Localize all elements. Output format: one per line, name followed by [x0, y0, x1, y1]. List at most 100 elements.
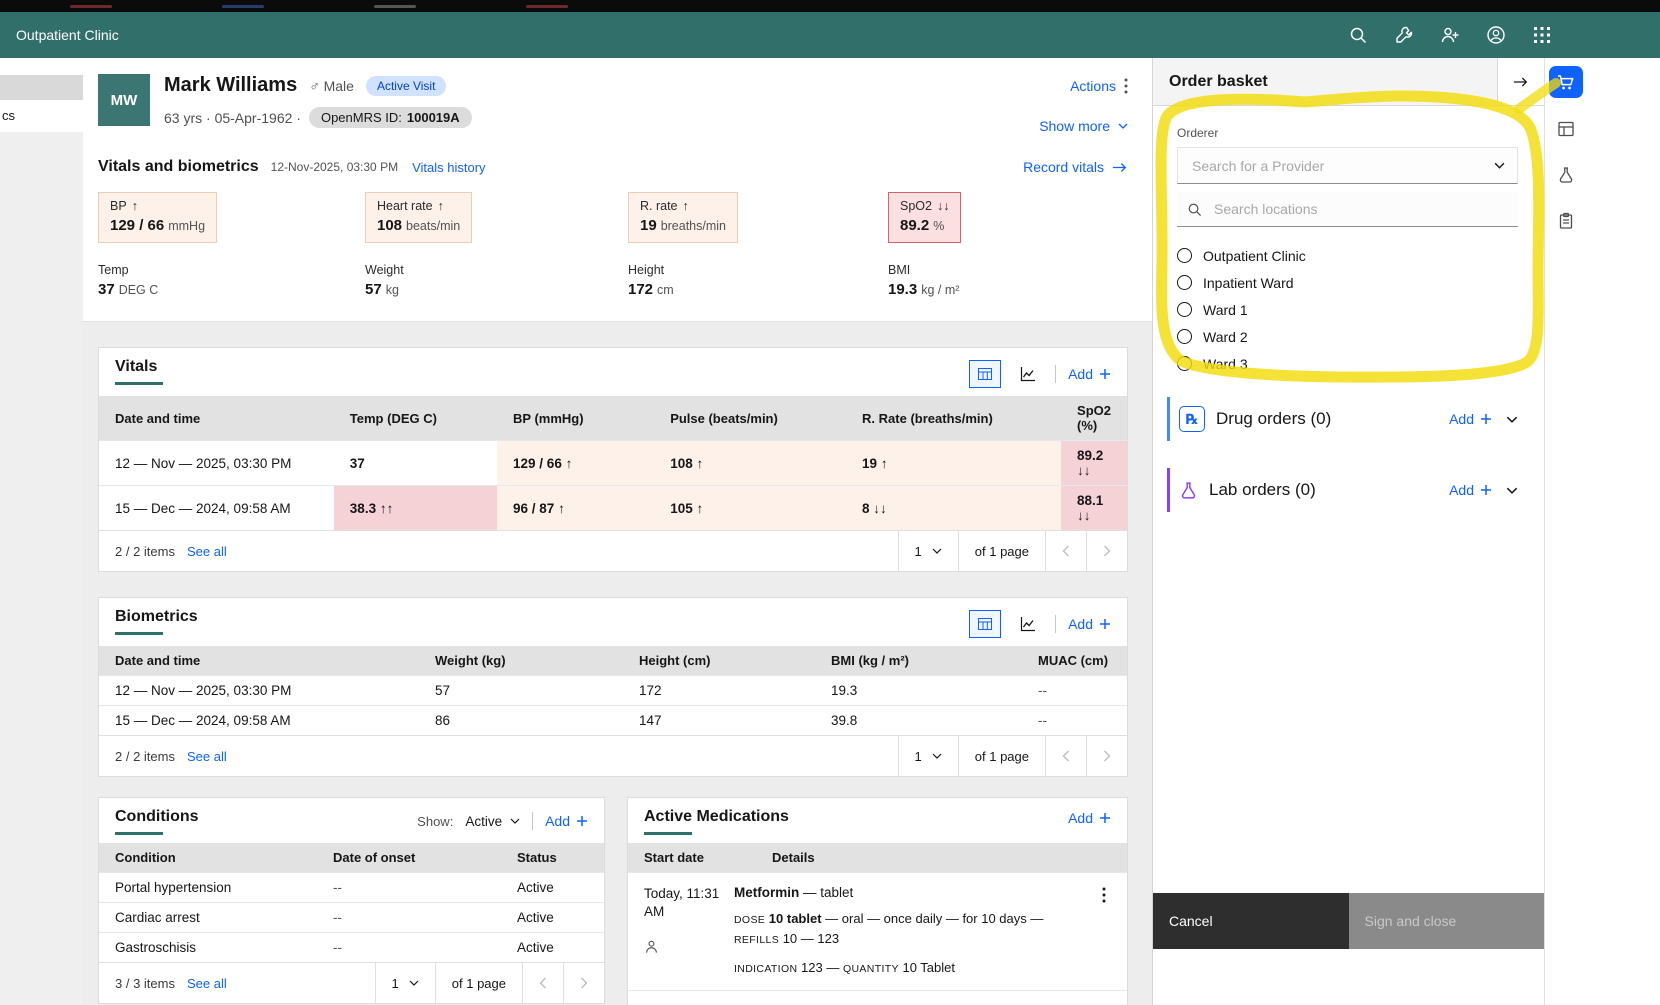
page-of-label: of 1 page — [957, 736, 1045, 776]
indication-line: INDICATION 123 — QUANTITY 10 Tablet — [734, 960, 955, 976]
cell-status: Active — [501, 902, 604, 933]
cell-spo2: 88.1 ↓↓ — [1061, 485, 1127, 530]
provider-combobox[interactable] — [1177, 147, 1518, 184]
cell-date: 15 — Dec — 2024, 09:58 AM — [99, 705, 419, 735]
drug-form: — tablet — [803, 885, 854, 900]
column-header: MUAC (cm) — [1022, 646, 1127, 676]
user-avatar-icon[interactable] — [1486, 25, 1506, 45]
location-option-inpatient-ward[interactable]: Inpatient Ward — [1177, 269, 1518, 296]
lab-rail-icon[interactable] — [1557, 166, 1577, 186]
tools-icon[interactable] — [1394, 25, 1414, 45]
record-vitals-link[interactable]: Record vitals — [1023, 159, 1128, 175]
column-header: Date and time — [99, 646, 419, 676]
chevron-down-icon — [409, 980, 419, 986]
tile-height: Height 172 cm — [628, 263, 674, 298]
filter-value: Active — [465, 813, 503, 829]
location-option-ward-3[interactable]: Ward 3 — [1177, 350, 1518, 377]
left-nav-selected-item[interactable] — [0, 75, 83, 100]
prev-page-button[interactable] — [1045, 531, 1086, 571]
vitals-panel-title: Vitals — [115, 358, 158, 375]
plus-icon — [577, 816, 587, 826]
location-option-ward-1[interactable]: Ward 1 — [1177, 296, 1518, 323]
patient-id-pill: OpenMRS ID: 100019A — [308, 107, 472, 128]
biometrics-panel-title: Biometrics — [115, 608, 198, 625]
add-lab-order-button[interactable]: Add — [1449, 482, 1492, 498]
table-view-button[interactable] — [969, 360, 1002, 388]
items-count: 2 / 2 items — [115, 748, 175, 764]
page-select[interactable]: 1 — [897, 736, 958, 776]
column-header: Start date — [628, 843, 756, 872]
conditions-pager: 3 / 3 items See all 1 of 1 page — [99, 962, 604, 1003]
cell-muac: -- — [1022, 705, 1127, 735]
add-drug-order-button[interactable]: Add — [1449, 411, 1492, 427]
see-all-link[interactable]: See all — [187, 749, 227, 764]
clinical-views-icon[interactable] — [1557, 120, 1577, 140]
chevron-down-icon[interactable] — [1506, 416, 1518, 423]
next-page-button[interactable] — [1086, 531, 1127, 571]
see-all-link[interactable]: See all — [187, 976, 227, 991]
vitals-panel: Vitals Add Date and time Temp (DEG C) BP… — [98, 347, 1128, 572]
forms-rail-icon[interactable] — [1557, 212, 1577, 232]
page-select[interactable]: 1 — [374, 963, 435, 1003]
chevron-down-icon[interactable] — [1506, 487, 1518, 494]
tile-heart-rate: Heart rate ↑ 108 beats/min — [365, 192, 473, 243]
column-header: Pulse (beats/min) — [654, 396, 847, 441]
add-medication-button[interactable]: Add — [1068, 810, 1111, 826]
location-search[interactable] — [1177, 192, 1518, 227]
provider-input[interactable] — [1190, 156, 1494, 175]
left-nav-item-fragment[interactable]: cs — [0, 100, 83, 132]
cell-muac: -- — [1022, 675, 1127, 706]
up-arrow: ↑ — [437, 199, 444, 213]
items-count: 2 / 2 items — [115, 543, 175, 559]
app-switcher-icon[interactable] — [1532, 25, 1552, 45]
add-condition-button[interactable]: Add — [545, 813, 588, 829]
add-biometrics-button[interactable]: Add — [1068, 616, 1111, 632]
sign-and-close-button[interactable]: Sign and close — [1348, 893, 1544, 949]
column-header: Date and time — [99, 396, 334, 441]
tile-bp: BP ↑ 129 / 66 mmHg — [98, 192, 218, 243]
collapse-panel-button[interactable] — [1497, 58, 1544, 105]
prev-page-button[interactable] — [1045, 736, 1086, 776]
table-view-button[interactable] — [969, 610, 1002, 638]
cell-rrate: 8 ↓↓ — [846, 485, 1062, 530]
left-nav-sliver: cs — [0, 58, 83, 1005]
see-all-link[interactable]: See all — [187, 544, 227, 559]
browser-fragment — [374, 4, 416, 8]
record-vitals-label: Record vitals — [1023, 159, 1104, 175]
medication-overflow-menu[interactable] — [1087, 885, 1121, 978]
location-label: Outpatient Clinic — [1203, 247, 1306, 264]
workspace: cs MW Mark Williams ♂ Male Active Visit … — [0, 58, 1660, 1005]
cancel-button[interactable]: Cancel — [1153, 893, 1349, 949]
page-select[interactable]: 1 — [897, 531, 958, 571]
cell-rrate: 19 ↑ — [846, 440, 1062, 486]
chart-view-button[interactable] — [1013, 361, 1043, 387]
location-option-ward-2[interactable]: Ward 2 — [1177, 323, 1518, 350]
cell-date: 15 — Dec — 2024, 09:58 AM — [99, 485, 334, 530]
add-user-icon[interactable] — [1440, 25, 1460, 45]
browser-fragment — [70, 4, 112, 8]
location-search-input[interactable] — [1212, 200, 1508, 218]
divider — [1055, 365, 1057, 383]
show-more-button[interactable]: Show more — [1039, 118, 1128, 134]
vitals-history-link[interactable]: Vitals history — [412, 160, 485, 175]
location-option-outpatient-clinic[interactable]: Outpatient Clinic — [1177, 242, 1518, 269]
cell-spo2: 89.2 ↓↓ — [1061, 440, 1127, 486]
conditions-panel-title: Conditions — [115, 808, 199, 825]
add-label: Add — [1068, 366, 1093, 382]
actions-button[interactable]: Actions — [1070, 78, 1128, 94]
conditions-filter-select[interactable]: Active — [465, 814, 520, 829]
add-vitals-button[interactable]: Add — [1068, 366, 1111, 382]
chart-view-button[interactable] — [1013, 611, 1043, 637]
page-of-label: of 1 page — [434, 963, 522, 1003]
cell-bmi: 39.8 — [815, 705, 1022, 735]
order-basket-rail-button[interactable] — [1549, 66, 1583, 98]
next-page-button[interactable] — [1086, 736, 1127, 776]
plus-icon — [1100, 619, 1110, 629]
prev-page-button[interactable] — [522, 963, 563, 1003]
arrow-right-icon — [1112, 162, 1127, 172]
page-of-label: of 1 page — [957, 531, 1045, 571]
column-header: BMI (kg / m²) — [815, 646, 1022, 676]
search-icon[interactable] — [1348, 25, 1368, 45]
next-page-button[interactable] — [563, 963, 604, 1003]
table-row: 12 — Nov — 2025, 03:30 PM 57 172 19.3 -- — [99, 675, 1127, 706]
